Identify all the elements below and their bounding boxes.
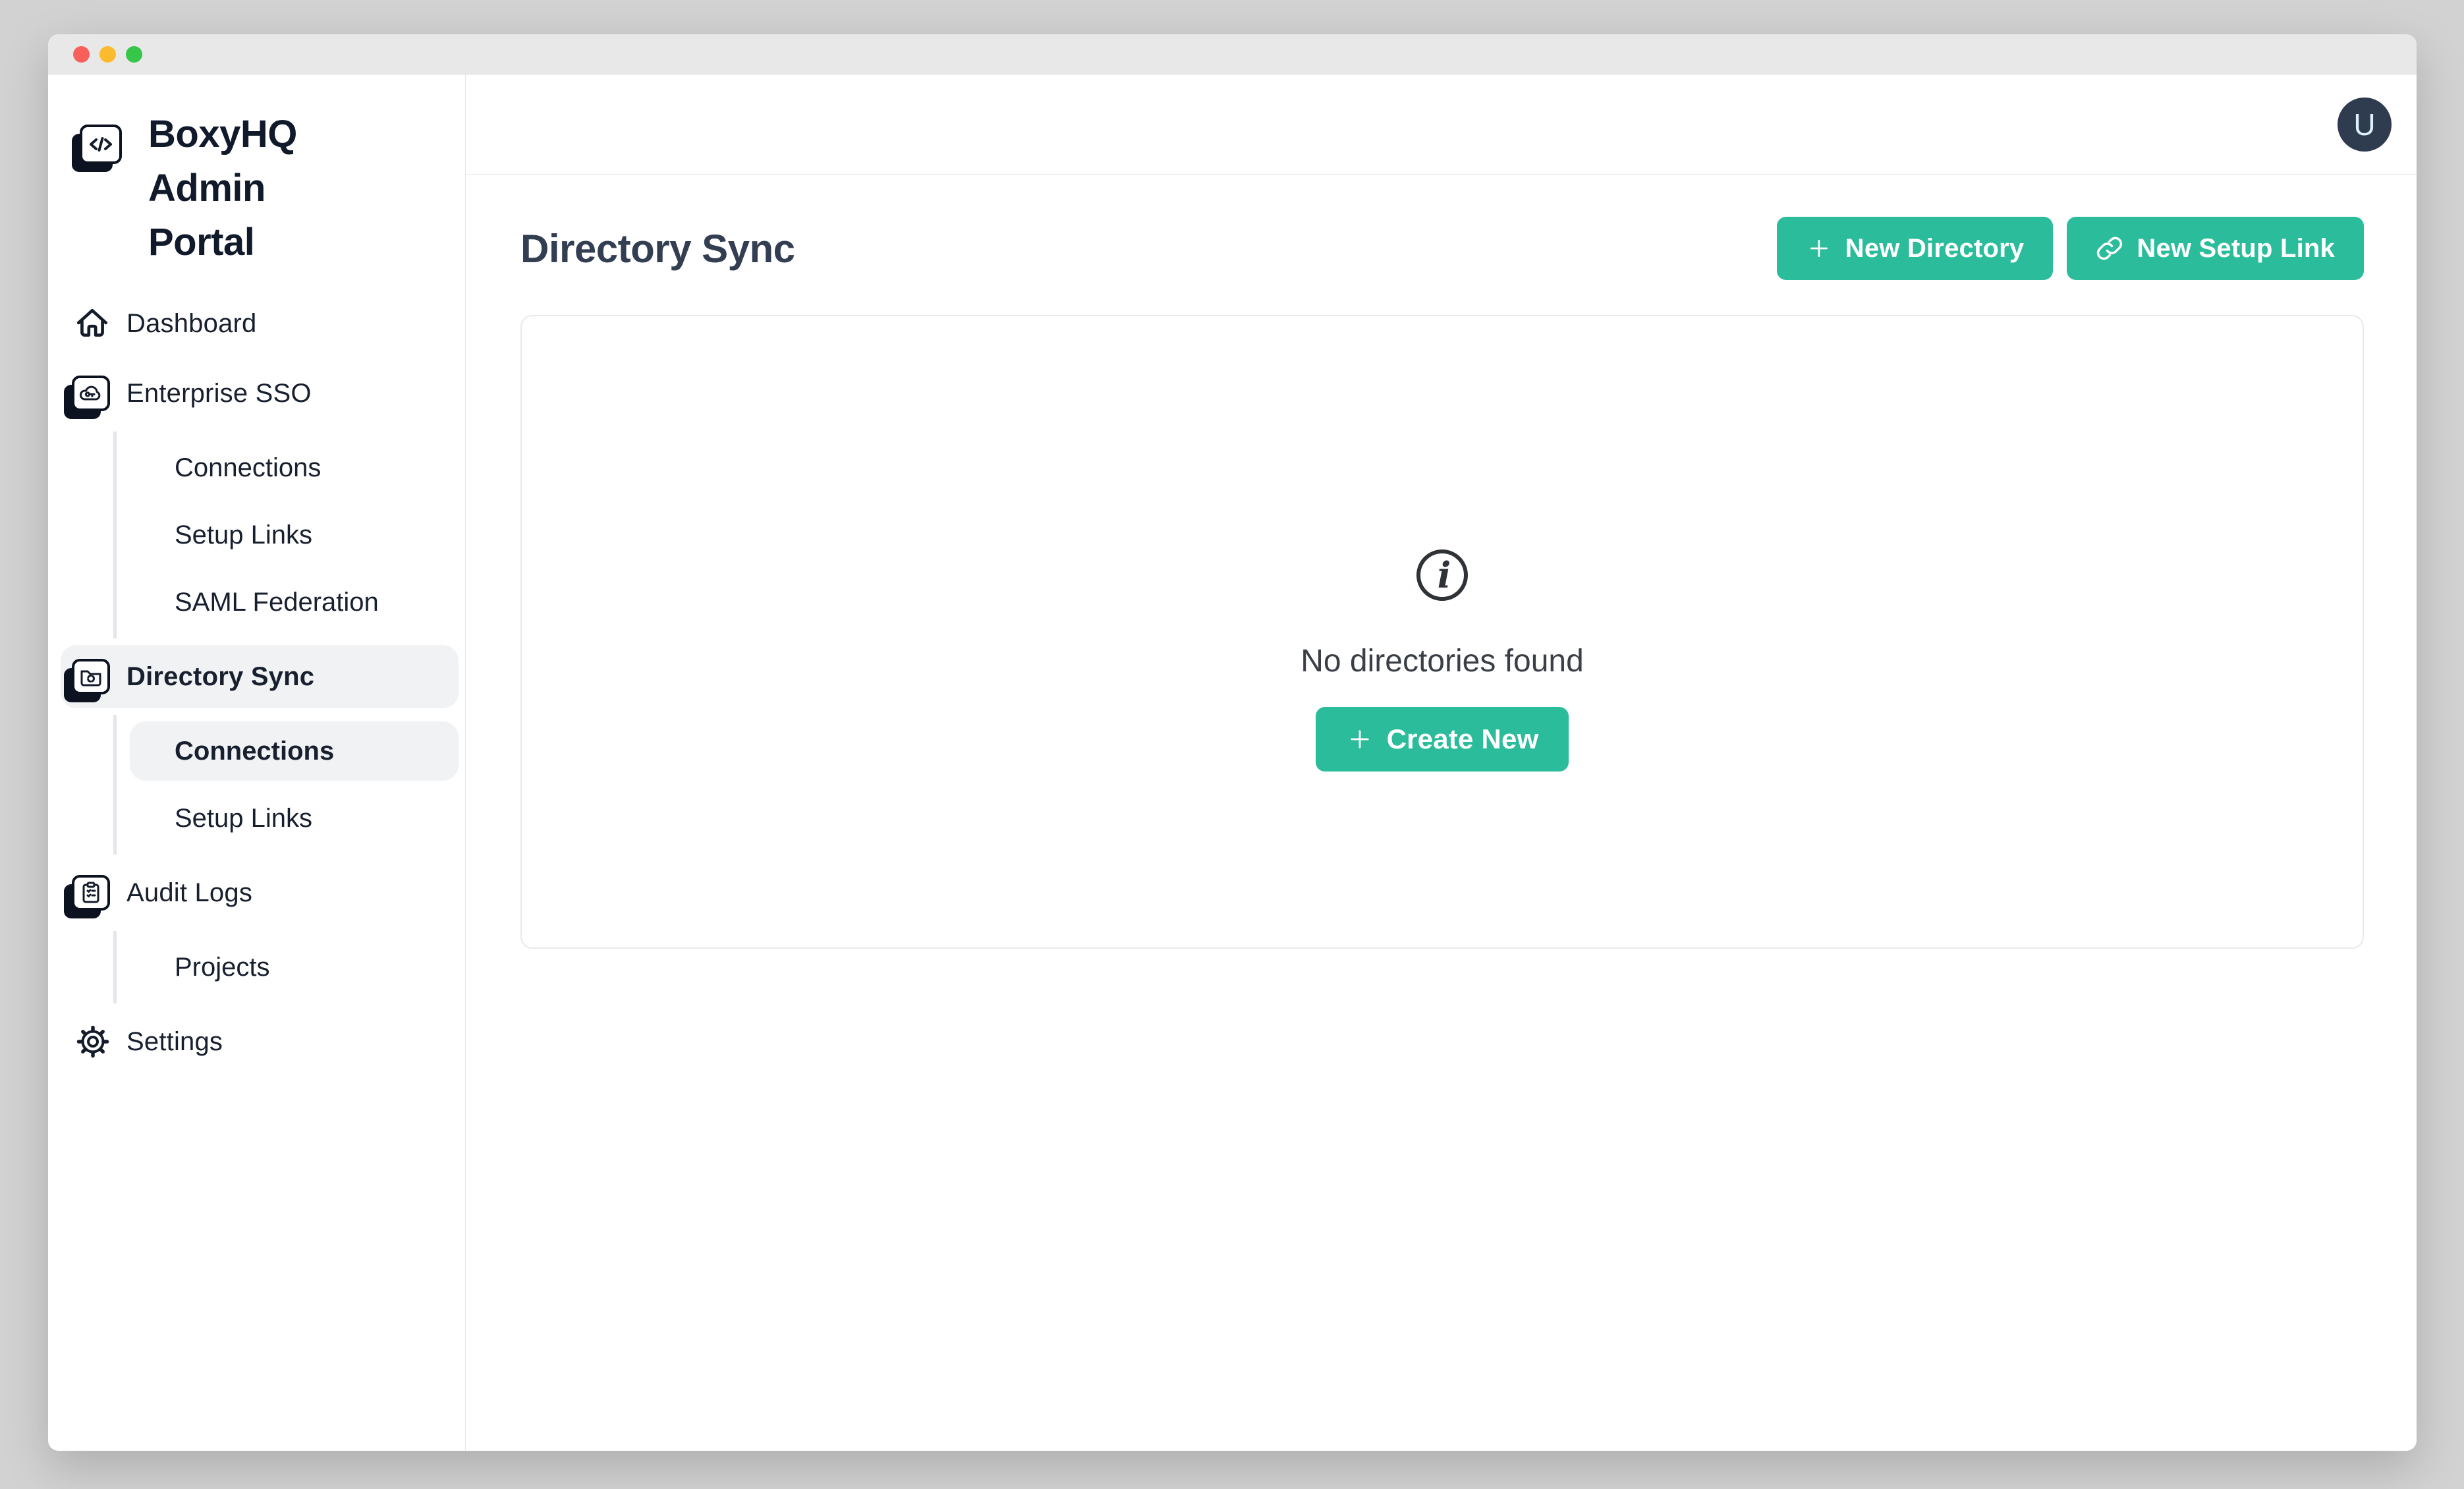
- sidebar-subitem-dsync-connections[interactable]: Connections: [130, 721, 459, 781]
- code-keycap-icon: [80, 125, 122, 164]
- gear-icon: [76, 1025, 110, 1059]
- plus-icon: [1806, 235, 1832, 262]
- app-title: BoxyHQ Admin Portal: [148, 107, 372, 269]
- sidebar-item-audit-logs[interactable]: Audit Logs: [61, 861, 459, 924]
- directories-empty-card: i No directories found Create New: [520, 315, 2364, 949]
- new-setup-link-button[interactable]: New Setup Link: [2067, 217, 2364, 280]
- new-directory-button[interactable]: New Directory: [1777, 217, 2054, 280]
- directory-folder-keycap-icon: [72, 659, 110, 694]
- page-title: Directory Sync: [520, 226, 795, 271]
- page-content: Directory Sync New Directory: [466, 175, 2417, 1451]
- audit-clipboard-keycap-icon: [72, 875, 110, 911]
- sidebar-subitem-dsync-setup-links[interactable]: Setup Links: [130, 789, 459, 848]
- user-avatar[interactable]: U: [2338, 98, 2392, 152]
- link-icon: [2096, 235, 2123, 262]
- main-area: U Directory Sync New Directory: [466, 74, 2417, 1451]
- maximize-window-button[interactable]: [126, 46, 142, 63]
- page-actions: New Directory New Setup Link: [1777, 217, 2364, 280]
- minimize-window-button[interactable]: [99, 46, 116, 63]
- audit-logs-subnav: Projects: [113, 931, 459, 1003]
- sidebar-item-label: Settings: [126, 1027, 223, 1057]
- sso-cloud-keycap-icon: [72, 376, 110, 411]
- empty-state-message: No directories found: [1301, 643, 1584, 679]
- page-header: Directory Sync New Directory: [520, 217, 2364, 280]
- sidebar-nav: Dashboard Enterprise SSO: [61, 292, 459, 1073]
- sidebar-subitem-sso-setup-links[interactable]: Setup Links: [130, 505, 459, 565]
- enterprise-sso-subnav: Connections Setup Links SAML Federation: [113, 432, 459, 638]
- directory-sync-subnav: Connections Setup Links: [113, 715, 459, 855]
- sidebar-item-enterprise-sso[interactable]: Enterprise SSO: [61, 362, 459, 425]
- sidebar-subitem-sso-connections[interactable]: Connections: [130, 438, 459, 497]
- create-new-button[interactable]: Create New: [1316, 707, 1569, 772]
- sidebar-item-settings[interactable]: Settings: [61, 1010, 459, 1073]
- top-header: U: [466, 74, 2417, 175]
- home-icon: [74, 306, 110, 341]
- sidebar-item-label: Audit Logs: [126, 878, 252, 908]
- sidebar: BoxyHQ Admin Portal Dashboard: [48, 74, 466, 1451]
- sidebar-item-dashboard[interactable]: Dashboard: [61, 292, 459, 355]
- window-titlebar: [48, 34, 2417, 74]
- sidebar-subitem-saml-federation[interactable]: SAML Federation: [130, 573, 459, 632]
- sidebar-item-label: Directory Sync: [126, 662, 314, 692]
- plus-icon: [1346, 725, 1374, 753]
- svg-text:i: i: [1438, 554, 1451, 596]
- close-window-button[interactable]: [73, 46, 90, 63]
- info-icon: i: [1414, 547, 1470, 604]
- app-window: BoxyHQ Admin Portal Dashboard: [48, 34, 2417, 1451]
- sidebar-item-directory-sync[interactable]: Directory Sync: [61, 645, 459, 708]
- sidebar-item-label: Enterprise SSO: [126, 379, 312, 408]
- sidebar-subitem-projects[interactable]: Projects: [130, 938, 459, 997]
- app-logo[interactable]: BoxyHQ Admin Portal: [61, 107, 459, 269]
- sidebar-item-label: Dashboard: [126, 309, 256, 339]
